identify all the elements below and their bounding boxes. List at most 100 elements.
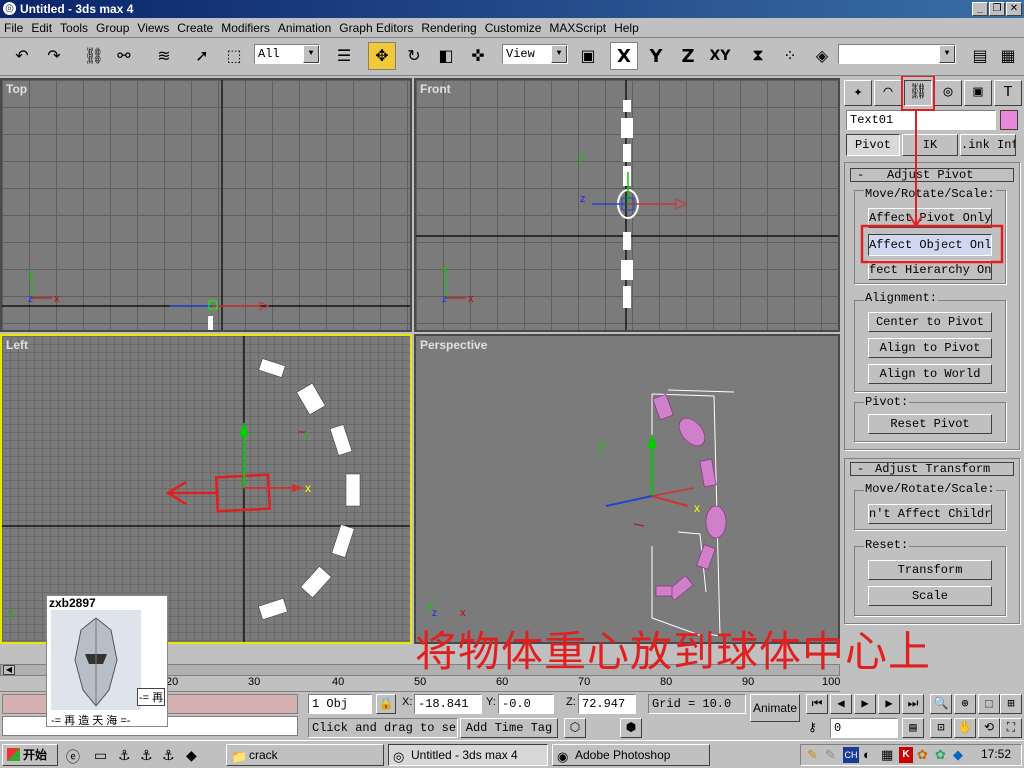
chevron-down-icon: ▼ bbox=[551, 45, 567, 63]
reset-transform-button[interactable]: Transform bbox=[868, 560, 992, 580]
reset-scale-button[interactable]: Scale bbox=[868, 586, 992, 606]
avatar-watermark: zxb2897 -= 再 -= 再 造 天 海 =- bbox=[46, 595, 168, 727]
pan-icon[interactable]: ✋ bbox=[954, 718, 976, 738]
quick-launch-icon[interactable]: ⚓ bbox=[118, 747, 131, 764]
menu-customize[interactable]: Customize bbox=[481, 18, 546, 38]
array-icon[interactable]: ⁘ bbox=[776, 42, 804, 70]
crossing-selection-icon[interactable]: ⬢ bbox=[620, 718, 642, 738]
tray-icon[interactable]: ◆ bbox=[953, 747, 963, 763]
taskbar-item-photoshop[interactable]: ◉ Adobe Photoshop bbox=[552, 744, 710, 766]
viewport-top[interactable]: Top y z x bbox=[0, 78, 412, 332]
menu-create[interactable]: Create bbox=[173, 18, 217, 38]
x-coordinate-field[interactable]: -18.841 bbox=[414, 694, 482, 714]
menu-graph-editors[interactable]: Graph Editors bbox=[335, 18, 417, 38]
minimize-button[interactable]: _ bbox=[972, 2, 988, 16]
tray-icon[interactable]: ◐ bbox=[863, 747, 871, 762]
tick-label: 40 bbox=[332, 676, 345, 688]
previous-frame-icon[interactable]: ◀ bbox=[830, 694, 852, 714]
menu-rendering[interactable]: Rendering bbox=[417, 18, 480, 38]
current-frame-field[interactable]: 0 bbox=[830, 718, 898, 738]
arc-rotate-icon[interactable]: ⟲ bbox=[978, 718, 1000, 738]
named-selection-dropdown[interactable]: ▼ bbox=[838, 44, 956, 64]
taskbar-item-3dsmax[interactable]: ◎ Untitled - 3ds max 4 bbox=[388, 744, 548, 766]
tray-icon[interactable]: ✿ bbox=[935, 747, 946, 763]
unlink-icon[interactable]: ⚯ bbox=[110, 42, 138, 70]
y-coordinate-field[interactable]: -0.0 bbox=[498, 694, 554, 714]
tray-icon[interactable]: ▦ bbox=[881, 747, 893, 763]
restrict-xy-button[interactable]: XY bbox=[706, 42, 734, 70]
quick-launch-icon-2[interactable]: ⚓ bbox=[140, 747, 153, 764]
tray-icon[interactable]: ✿ bbox=[917, 747, 928, 763]
maximize-viewport-icon[interactable]: ⛶ bbox=[1000, 718, 1022, 738]
schematic-view-icon[interactable]: ▦ bbox=[994, 42, 1022, 70]
manipulate-icon[interactable]: ✜ bbox=[464, 42, 492, 70]
key-mode-icon[interactable]: ⚷ bbox=[808, 720, 817, 734]
menu-animation[interactable]: Animation bbox=[274, 18, 335, 38]
region-zoom-icon[interactable]: ⊡ bbox=[930, 718, 952, 738]
ie-icon[interactable]: ⓔ bbox=[66, 747, 80, 767]
play-icon[interactable]: ▶ bbox=[854, 694, 876, 714]
track-view-icon[interactable]: ▤ bbox=[966, 42, 994, 70]
desktop-icon[interactable]: ▭ bbox=[94, 747, 107, 764]
center-to-pivot-button[interactable]: Center to Pivot bbox=[868, 312, 992, 332]
select-by-name-icon[interactable]: ☰ bbox=[330, 42, 358, 70]
viewport-perspective[interactable]: Perspective x y z x bbox=[414, 334, 840, 644]
selection-filter-dropdown[interactable]: All ▼ bbox=[254, 44, 320, 64]
quick-launch-icon-3[interactable]: ⚓ bbox=[162, 747, 175, 764]
undo-icon[interactable]: ↶ bbox=[8, 42, 36, 70]
go-to-start-icon[interactable]: ⏮ bbox=[806, 694, 828, 714]
select-link-icon[interactable]: ⛓ bbox=[80, 42, 108, 70]
lock-selection-icon[interactable]: 🔒 bbox=[376, 694, 396, 714]
select-object-icon[interactable]: ➚ bbox=[188, 42, 216, 70]
menu-maxscript[interactable]: MAXScript bbox=[545, 18, 610, 38]
animate-button[interactable]: Animate bbox=[750, 694, 800, 722]
mirror-icon[interactable]: ⧗ bbox=[744, 42, 772, 70]
tray-icon[interactable]: ✎ bbox=[825, 747, 836, 763]
menu-tools[interactable]: Tools bbox=[56, 18, 92, 38]
adjust-transform-rollout-header[interactable]: - Adjust Transform bbox=[850, 462, 1014, 476]
select-rotate-icon[interactable]: ↻ bbox=[400, 42, 428, 70]
quick-launch-icon-4[interactable]: ◆ bbox=[186, 747, 197, 764]
align-to-world-button[interactable]: Align to World bbox=[868, 364, 992, 384]
menu-file[interactable]: File bbox=[0, 18, 27, 38]
viewport-front[interactable]: Front z y z x bbox=[414, 78, 840, 332]
ime-icon[interactable]: CH bbox=[843, 747, 859, 763]
taskbar-item-crack[interactable]: 📁 crack bbox=[226, 744, 384, 766]
next-frame-icon[interactable]: ▶ bbox=[878, 694, 900, 714]
time-config-icon[interactable]: ▤ bbox=[902, 718, 924, 738]
reset-pivot-button[interactable]: Reset Pivot bbox=[868, 414, 992, 434]
menu-help[interactable]: Help bbox=[610, 18, 643, 38]
reference-coordinate-dropdown[interactable]: View ▼ bbox=[502, 44, 568, 64]
bind-space-warp-icon[interactable]: ≋ bbox=[150, 42, 178, 70]
start-button[interactable]: 开始 bbox=[2, 744, 58, 766]
zoom-all-icon[interactable]: ⊕ bbox=[954, 694, 976, 714]
select-move-icon[interactable]: ✥ bbox=[368, 42, 396, 70]
tray-icon[interactable]: ✎ bbox=[807, 747, 818, 763]
restrict-x-button[interactable]: X bbox=[610, 42, 638, 70]
zoom-icon[interactable]: 🔍 bbox=[930, 694, 952, 714]
dont-affect-children-button[interactable]: n't Affect Childr bbox=[868, 504, 992, 524]
menu-group[interactable]: Group bbox=[92, 18, 133, 38]
restrict-z-button[interactable]: Z bbox=[674, 42, 702, 70]
tray-icon[interactable]: K bbox=[899, 747, 913, 763]
maximize-button[interactable]: ❐ bbox=[989, 2, 1005, 16]
close-button[interactable]: ✕ bbox=[1006, 2, 1022, 16]
align-to-pivot-button[interactable]: Align to Pivot bbox=[868, 338, 992, 358]
select-scale-icon[interactable]: ◧ bbox=[432, 42, 460, 70]
app-icon[interactable]: ◎ bbox=[3, 2, 16, 15]
go-to-end-icon[interactable]: ⏭ bbox=[902, 694, 924, 714]
zoom-extents-all-icon[interactable]: ⊞ bbox=[1000, 694, 1022, 714]
region-select-icon[interactable]: ⬚ bbox=[220, 42, 248, 70]
menu-modifiers[interactable]: Modifiers bbox=[217, 18, 274, 38]
z-coordinate-field[interactable]: 72.947 bbox=[578, 694, 636, 714]
menu-views[interactable]: Views bbox=[133, 18, 173, 38]
degradation-override-icon[interactable]: ⬡ bbox=[564, 718, 586, 738]
time-slider-left-icon[interactable]: ◀ bbox=[3, 665, 15, 675]
menu-edit[interactable]: Edit bbox=[27, 18, 56, 38]
pivot-center-icon[interactable]: ▣ bbox=[574, 42, 602, 70]
redo-icon[interactable]: ↷ bbox=[40, 42, 68, 70]
restrict-y-button[interactable]: Y bbox=[642, 42, 670, 70]
add-time-tag-button[interactable]: Add Time Tag bbox=[460, 718, 558, 738]
align-icon[interactable]: ◈ bbox=[808, 42, 836, 70]
zoom-extents-icon[interactable]: ⬚ bbox=[978, 694, 1000, 714]
